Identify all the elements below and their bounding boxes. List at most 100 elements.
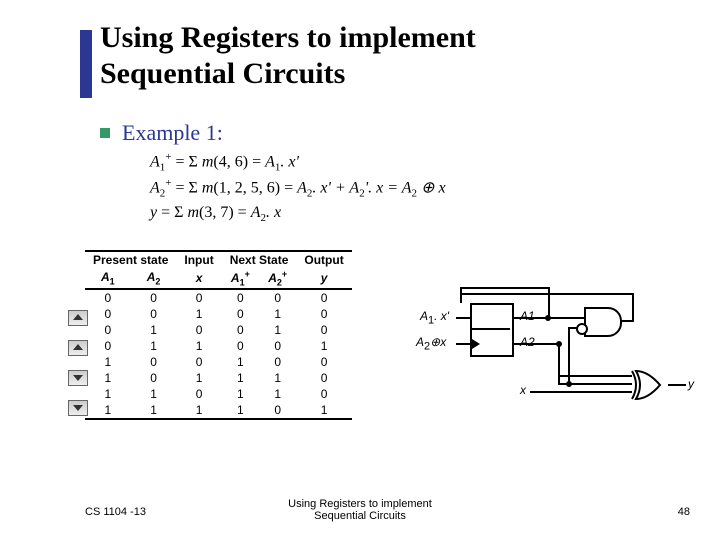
deco-icon [68, 370, 88, 386]
accent-bar [80, 30, 92, 98]
deco-icon [68, 310, 88, 326]
table-cell: 1 [259, 306, 296, 322]
wire [456, 317, 470, 319]
node-dot [545, 315, 551, 321]
label-y: y [688, 377, 694, 391]
table-cell: 0 [296, 289, 351, 306]
eq1-a: A [150, 153, 160, 170]
table-cell: 0 [85, 338, 131, 354]
equations-block: A1+ = Σ m(4, 6) = A1. x' A2+ = Σ m(1, 2,… [150, 150, 446, 226]
label-a2: A2 [520, 335, 535, 349]
table-cell: 1 [259, 370, 296, 386]
deco-icon [68, 340, 88, 356]
th-a2p: A2+ [259, 268, 296, 289]
circuit-diagram: A1. x' A2⊕x A1 A2 y x [420, 295, 700, 435]
wire [460, 293, 634, 295]
table-cell: 0 [222, 322, 259, 338]
equation-2: A2+ = Σ m(1, 2, 5, 6) = A2. x' + A2'. x … [150, 176, 446, 202]
table-cell: 1 [222, 402, 259, 419]
table-cell: 0 [296, 322, 351, 338]
wire [668, 384, 686, 386]
title-line1: Using Registers to implement [100, 21, 476, 54]
example-label: Example 1: [122, 120, 223, 145]
table-cell: 1 [176, 338, 221, 354]
th-present: Present state [85, 251, 176, 268]
table-cell: 0 [131, 354, 177, 370]
wire [568, 317, 584, 319]
wire [460, 287, 462, 303]
th-a1p: A1+ [222, 268, 259, 289]
table-cell: 1 [259, 386, 296, 402]
wire [632, 293, 634, 322]
th-y: y [296, 268, 351, 289]
example-heading: Example 1: [100, 120, 223, 146]
table-cell: 0 [85, 306, 131, 322]
th-a1: A1 [85, 268, 131, 289]
table-cell: 0 [259, 354, 296, 370]
table-cell: 0 [131, 289, 177, 306]
th-next: Next State [222, 251, 297, 268]
truth-table: Present state Input Next State Output A1… [85, 250, 352, 420]
table-cell: 0 [85, 289, 131, 306]
table-cell: 0 [259, 289, 296, 306]
table-cell: 1 [85, 402, 131, 419]
th-output: Output [296, 251, 351, 268]
table-cell: 1 [85, 370, 131, 386]
table-cell: 1 [131, 322, 177, 338]
table-cell: 1 [85, 354, 131, 370]
table-cell: 1 [131, 338, 177, 354]
table-cell: 1 [222, 370, 259, 386]
table-cell: 0 [296, 386, 351, 402]
table-cell: 0 [222, 338, 259, 354]
equation-1: A1+ = Σ m(4, 6) = A1. x' [150, 150, 446, 176]
eq1-tail: . x' [280, 153, 299, 170]
table-cell: 0 [176, 322, 221, 338]
deco-icon [68, 400, 88, 416]
and-gate [584, 307, 622, 337]
table-cell: 1 [176, 370, 221, 386]
table-cell: 1 [131, 386, 177, 402]
table-cell: 1 [222, 354, 259, 370]
bullet-icon [100, 128, 110, 138]
th-input: Input [176, 251, 221, 268]
wire [530, 391, 632, 393]
footer-title: Using Registers to implementSequential C… [0, 498, 720, 522]
table-cell: 0 [176, 354, 221, 370]
node-dot [566, 381, 572, 387]
table-cell: 1 [296, 338, 351, 354]
table-cell: 1 [131, 402, 177, 419]
slide-title: Using Registers to implement Sequential … [100, 20, 476, 92]
table-cell: 0 [222, 306, 259, 322]
table-cell: 0 [296, 306, 351, 322]
table-cell: 0 [176, 289, 221, 306]
table-cell: 0 [131, 306, 177, 322]
wire [460, 287, 550, 289]
table-cell: 0 [259, 338, 296, 354]
table-cell: 0 [259, 402, 296, 419]
label-x: x [520, 383, 526, 397]
table-cell: 1 [222, 386, 259, 402]
th-a2: A2 [131, 268, 177, 289]
inverter-bubble [576, 323, 588, 335]
footer-page: 48 [678, 506, 690, 518]
xor-gate [630, 369, 668, 399]
label-a2xor: A2⊕x [416, 335, 446, 352]
table-cell: 1 [176, 306, 221, 322]
table-cell: 0 [222, 289, 259, 306]
table-cell: 0 [85, 322, 131, 338]
table-cell: 0 [296, 354, 351, 370]
wire [456, 343, 470, 345]
table-cell: 0 [131, 370, 177, 386]
wire [558, 375, 632, 377]
wire [548, 287, 550, 317]
title-line2: Sequential Circuits [100, 57, 345, 90]
wire [512, 343, 560, 345]
table-cell: 0 [296, 370, 351, 386]
th-x: x [176, 268, 221, 289]
label-a1x: A1. x' [420, 309, 449, 326]
register [470, 303, 514, 357]
label-a1: A1 [520, 309, 535, 323]
register-divider [472, 328, 510, 330]
equation-3: y = Σ m(3, 7) = A2. x [150, 202, 446, 227]
table-cell: 1 [176, 402, 221, 419]
